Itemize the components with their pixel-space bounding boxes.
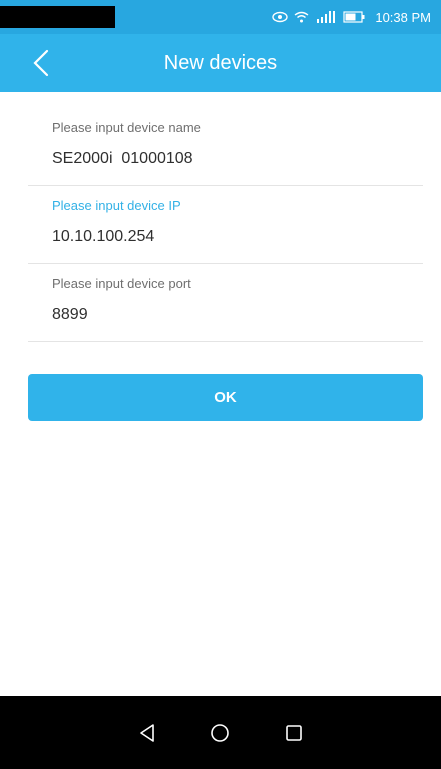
- chevron-left-icon: [33, 49, 49, 77]
- home-circle-icon: [211, 723, 230, 742]
- device-name-input[interactable]: [52, 150, 402, 168]
- device-ip-label: Please input device IP: [52, 198, 181, 213]
- status-bar: 10:38 PM: [0, 0, 441, 34]
- status-time: 10:38 PM: [375, 9, 431, 25]
- device-ip-input[interactable]: [52, 228, 402, 246]
- status-icons: 10:38 PM: [272, 10, 431, 25]
- recents-square-icon: [286, 724, 302, 741]
- device-name-label: Please input device name: [52, 120, 201, 135]
- new-device-form: Please input device name Please input de…: [28, 108, 423, 342]
- device-port-input[interactable]: [52, 306, 402, 324]
- nav-recents-button[interactable]: [274, 713, 314, 753]
- redacted-area: [0, 6, 115, 28]
- nav-back-button[interactable]: [127, 713, 167, 753]
- eye-icon: [272, 11, 289, 23]
- device-ip-field: Please input device IP: [28, 186, 423, 264]
- back-triangle-icon: [140, 723, 154, 742]
- app-bar: New devices: [0, 34, 441, 92]
- back-button[interactable]: [20, 42, 62, 84]
- device-name-field: Please input device name: [28, 108, 423, 186]
- battery-icon: [343, 11, 365, 23]
- ok-button[interactable]: OK: [28, 374, 423, 421]
- wifi-icon: [294, 11, 309, 23]
- device-port-label: Please input device port: [52, 276, 191, 291]
- system-nav-bar: [0, 696, 441, 769]
- page-title: New devices: [163, 51, 278, 74]
- nav-home-button[interactable]: [200, 713, 240, 753]
- cellular-signal-icon: [317, 11, 336, 23]
- device-port-field: Please input device port: [28, 264, 423, 342]
